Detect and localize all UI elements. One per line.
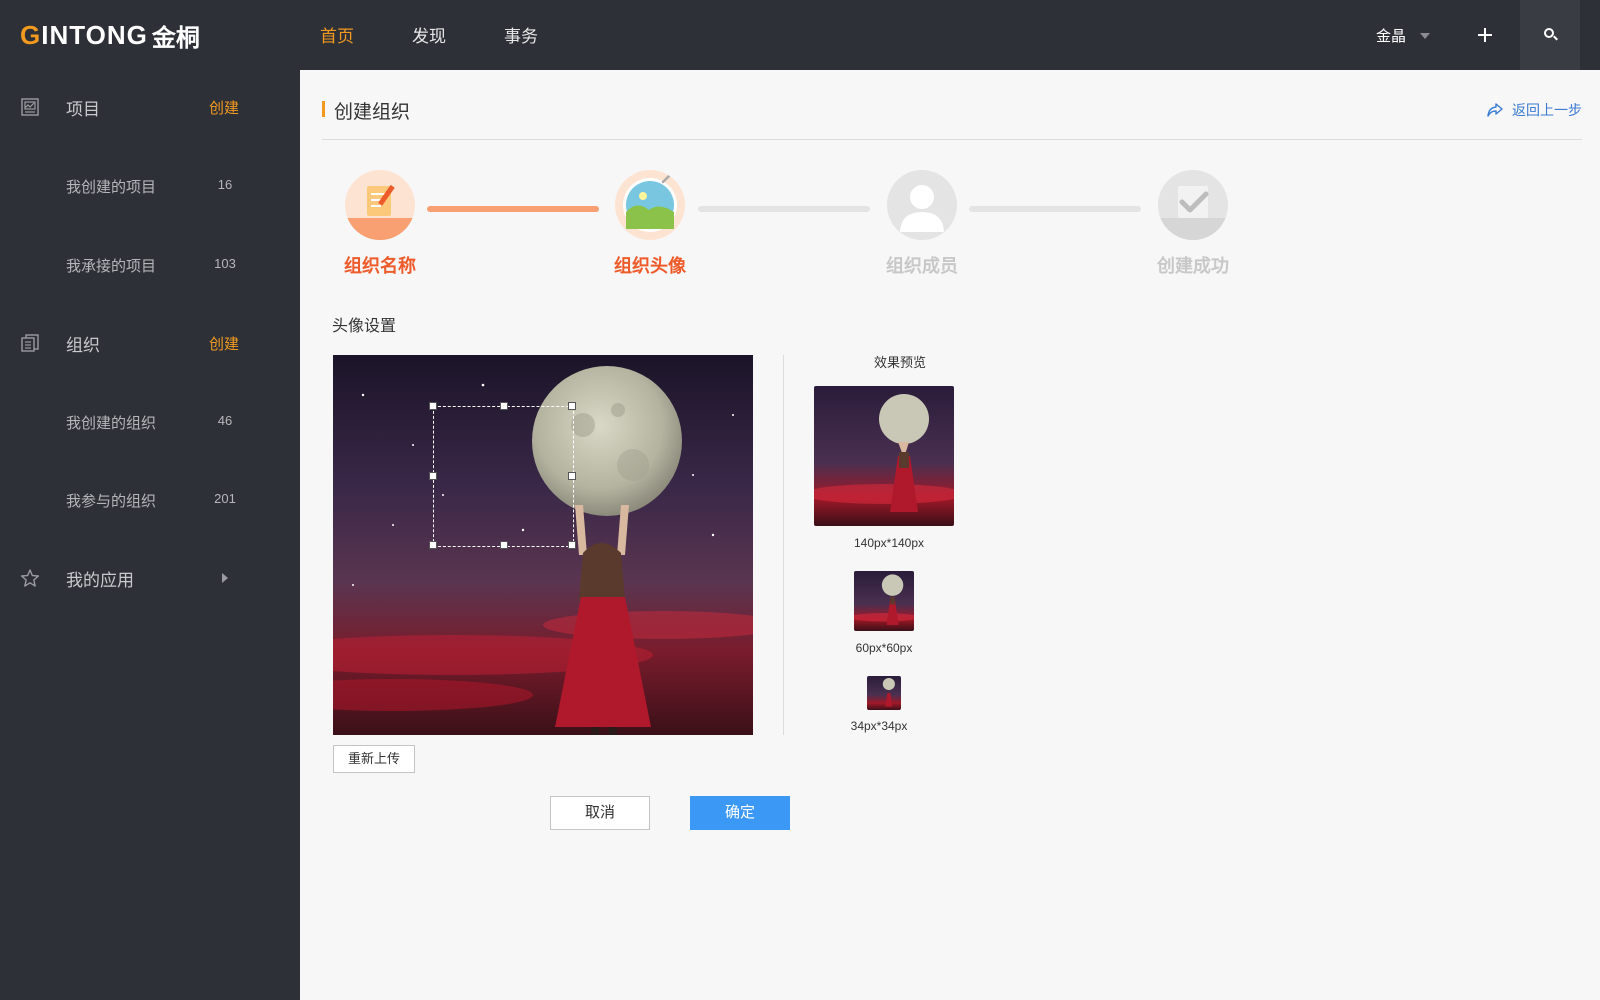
vertical-divider xyxy=(783,355,784,735)
reupload-button[interactable]: 重新上传 xyxy=(333,745,415,773)
crop-handle-nw[interactable] xyxy=(429,402,437,410)
plus-icon[interactable] xyxy=(1470,20,1500,50)
top-bar: G INTONG 金桐 首页 发现 事务 金晶 xyxy=(0,0,1600,70)
organization-icon xyxy=(21,334,39,352)
avatar-crop-area[interactable] xyxy=(333,355,753,735)
sidebar-item-count: 46 xyxy=(217,413,233,428)
page-header: 创建组织 返回上一步 xyxy=(322,94,1582,140)
logo-text: INTONG xyxy=(41,19,148,50)
logo-cn-text: 金桐 xyxy=(151,24,200,52)
sidebar-item-count: 103 xyxy=(214,256,236,271)
sidebar-label-orgs: 组织 xyxy=(66,335,100,355)
sidebar-item-label: 我创建的项目 xyxy=(66,179,157,196)
image-icon xyxy=(615,170,685,240)
crop-handle-n[interactable] xyxy=(500,402,508,410)
user-menu[interactable]: 金晶 xyxy=(1376,0,1431,70)
sidebar-item-my-created-orgs[interactable]: 我创建的组织 46 xyxy=(0,402,300,442)
sidebar-item-my-joined-orgs[interactable]: 我参与的组织 201 xyxy=(0,480,300,520)
chevron-right-icon xyxy=(222,573,228,583)
logo[interactable]: G INTONG 金桐 xyxy=(20,19,200,52)
step-connector xyxy=(698,206,870,212)
back-label: 返回上一步 xyxy=(1512,102,1582,118)
crop-handle-se[interactable] xyxy=(568,541,576,549)
sidebar: 项目 创建 我创建的项目 16 我承接的项目 103 组织 创建 我创建的组织 … xyxy=(0,70,300,1000)
page-title: 创建组织 xyxy=(334,102,411,123)
crop-handle-sw[interactable] xyxy=(429,541,437,549)
create-project-link[interactable]: 创建 xyxy=(209,97,239,118)
nav-affairs[interactable]: 事务 xyxy=(504,0,538,70)
crop-handle-ne[interactable] xyxy=(568,402,576,410)
user-icon xyxy=(887,170,957,240)
nav-home[interactable]: 首页 xyxy=(320,0,354,70)
crop-selection-box[interactable] xyxy=(429,402,576,549)
caret-down-icon xyxy=(1420,33,1431,39)
step-label: 创建成功 xyxy=(1157,256,1229,276)
sidebar-item-label: 我承接的项目 xyxy=(66,258,157,275)
sidebar-item-my-created-projects[interactable]: 我创建的项目 16 xyxy=(0,166,300,206)
step-label: 组织名称 xyxy=(344,256,416,276)
sidebar-item-my-undertaken-projects[interactable]: 我承接的项目 103 xyxy=(0,245,300,285)
crop-handle-e[interactable] xyxy=(568,472,576,480)
avatar-preview-small xyxy=(867,676,901,710)
nav-discover[interactable]: 发现 xyxy=(412,0,446,70)
crop-handle-w[interactable] xyxy=(429,472,437,480)
share-back-icon xyxy=(1487,103,1503,117)
sidebar-section-orgs[interactable]: 组织 创建 xyxy=(0,323,300,363)
avatar-preview-medium xyxy=(854,571,914,631)
title-accent-bar xyxy=(322,101,325,117)
confirm-button[interactable]: 确定 xyxy=(690,796,790,830)
sidebar-section-apps[interactable]: 我的应用 xyxy=(0,558,300,598)
preview-size-label: 60px*60px xyxy=(855,641,913,655)
sidebar-item-label: 我参与的组织 xyxy=(66,493,157,510)
project-icon xyxy=(21,98,39,116)
sidebar-item-label: 我创建的组织 xyxy=(66,415,157,432)
step-label: 组织头像 xyxy=(614,256,686,276)
main-content: 创建组织 返回上一步 组织名称 组织头像 组织成员 创建成功 头像设置 效果预览… xyxy=(300,70,1600,1000)
sidebar-item-count: 201 xyxy=(214,491,236,506)
step-org-name: 组织名称 xyxy=(342,170,418,278)
user-name: 金晶 xyxy=(1376,27,1407,45)
star-icon xyxy=(20,569,40,587)
search-button[interactable] xyxy=(1520,0,1580,70)
step-org-members: 组织成员 xyxy=(884,170,960,278)
step-label: 组织成员 xyxy=(886,256,958,276)
cancel-button[interactable]: 取消 xyxy=(550,796,650,830)
document-pencil-icon xyxy=(345,170,415,240)
step-org-avatar: 组织头像 xyxy=(612,170,688,278)
checkmark-icon xyxy=(1158,170,1228,240)
avatar-preview-large xyxy=(814,386,954,526)
sidebar-label-projects: 项目 xyxy=(66,99,100,119)
step-create-success: 创建成功 xyxy=(1155,170,1231,278)
main-nav: 首页 发现 事务 xyxy=(320,0,596,70)
preview-size-label: 34px*34px xyxy=(850,719,908,733)
avatar-settings-label: 头像设置 xyxy=(332,318,397,335)
step-connector xyxy=(969,206,1141,212)
logo-letter: G xyxy=(20,19,42,50)
search-icon-handle xyxy=(1553,35,1558,41)
preview-title: 效果预览 xyxy=(873,355,926,370)
sidebar-item-count: 16 xyxy=(217,177,233,192)
create-org-link[interactable]: 创建 xyxy=(209,333,239,354)
crop-handle-s[interactable] xyxy=(500,541,508,549)
back-button[interactable]: 返回上一步 xyxy=(1486,100,1582,120)
sidebar-label-apps: 我的应用 xyxy=(66,570,134,590)
preview-size-label: 140px*140px xyxy=(853,536,925,550)
progress-steps: 组织名称 组织头像 组织成员 创建成功 xyxy=(300,170,1300,290)
step-connector xyxy=(427,206,599,212)
sidebar-section-projects[interactable]: 项目 创建 xyxy=(0,87,300,127)
